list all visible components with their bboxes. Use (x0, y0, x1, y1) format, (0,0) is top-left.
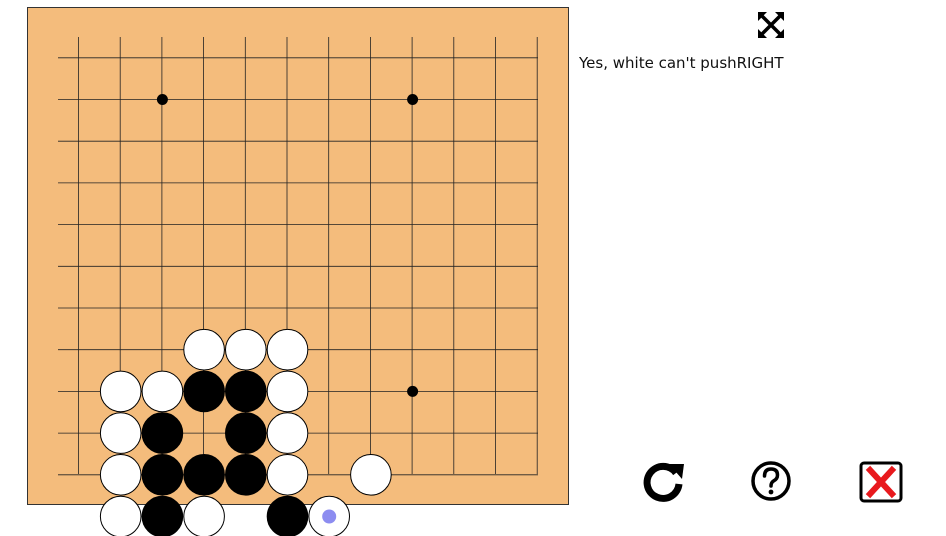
last-move-marker (322, 509, 337, 524)
black-stone (141, 412, 184, 454)
white-stone (99, 454, 142, 496)
reset-icon[interactable] (640, 458, 686, 504)
star-point (407, 94, 419, 105)
white-stone (141, 370, 184, 413)
black-stone (225, 412, 267, 454)
white-stone (266, 412, 309, 454)
white-stone (266, 454, 309, 496)
white-stone (99, 495, 142, 536)
black-stone (183, 370, 225, 413)
white-stone (99, 370, 142, 413)
white-stone (225, 328, 267, 371)
black-stone (141, 495, 184, 536)
white-stone (266, 370, 309, 413)
white-stone (266, 328, 309, 371)
black-stone (141, 454, 184, 496)
black-stone (225, 454, 267, 496)
black-stone (183, 454, 225, 496)
go-board[interactable] (0, 0, 946, 536)
status-message: Yes, white can't pushRIGHT (579, 54, 784, 72)
star-point (407, 385, 419, 397)
white-stone (183, 495, 225, 536)
star-point (156, 94, 168, 105)
fullscreen-arrows-icon[interactable] (754, 8, 788, 42)
black-stone (225, 370, 267, 413)
white-stone (99, 412, 142, 454)
white-stone (350, 454, 392, 496)
white-stone (183, 328, 225, 371)
question-icon[interactable] (748, 458, 794, 504)
close-x-icon[interactable] (858, 460, 904, 504)
black-stone (266, 495, 309, 536)
